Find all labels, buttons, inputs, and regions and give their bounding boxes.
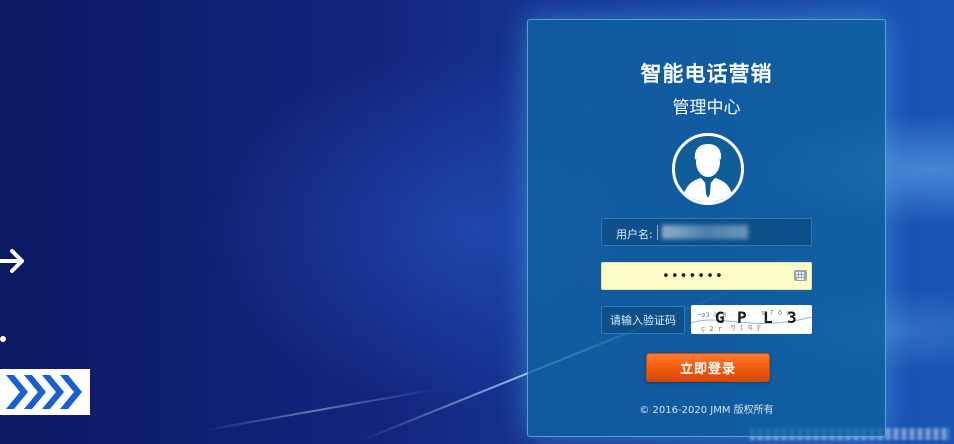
arrow-right-icon: [0, 249, 24, 273]
username-value[interactable]: \: [662, 225, 748, 239]
copyright-text: © 2016-2020 JMM 版权所有: [639, 405, 774, 416]
captcha-input[interactable]: [601, 306, 685, 334]
username-field[interactable]: 用户名: \: [601, 218, 812, 246]
username-label: 用户名:: [616, 228, 653, 241]
app-title: 智能电话营销: [640, 62, 773, 86]
user-avatar-icon: [672, 133, 744, 205]
captcha-char: P: [737, 308, 747, 327]
captcha-char: G: [715, 308, 725, 327]
login-button[interactable]: 立即登录: [646, 353, 770, 382]
keyboard-icon[interactable]: [794, 270, 807, 281]
password-input[interactable]: [602, 263, 787, 289]
captcha-char: 3: [787, 308, 797, 327]
field-divider: [657, 225, 658, 240]
chevrons-icon: [0, 369, 90, 415]
app-subtitle: 管理中心: [672, 98, 741, 118]
dot-decoration: [0, 336, 6, 342]
password-field[interactable]: [601, 262, 812, 290]
captcha-image[interactable]: ~ø3 k 8 ŋ j q ÿ s 7 ð u ç 2 r G P L 3: [691, 305, 812, 334]
captcha-char: L: [763, 308, 773, 327]
login-panel: 智能电话营销 管理中心 用户名: \ ~ø3 k 8 ŋ j q ÿ s 7 ð…: [527, 19, 886, 437]
